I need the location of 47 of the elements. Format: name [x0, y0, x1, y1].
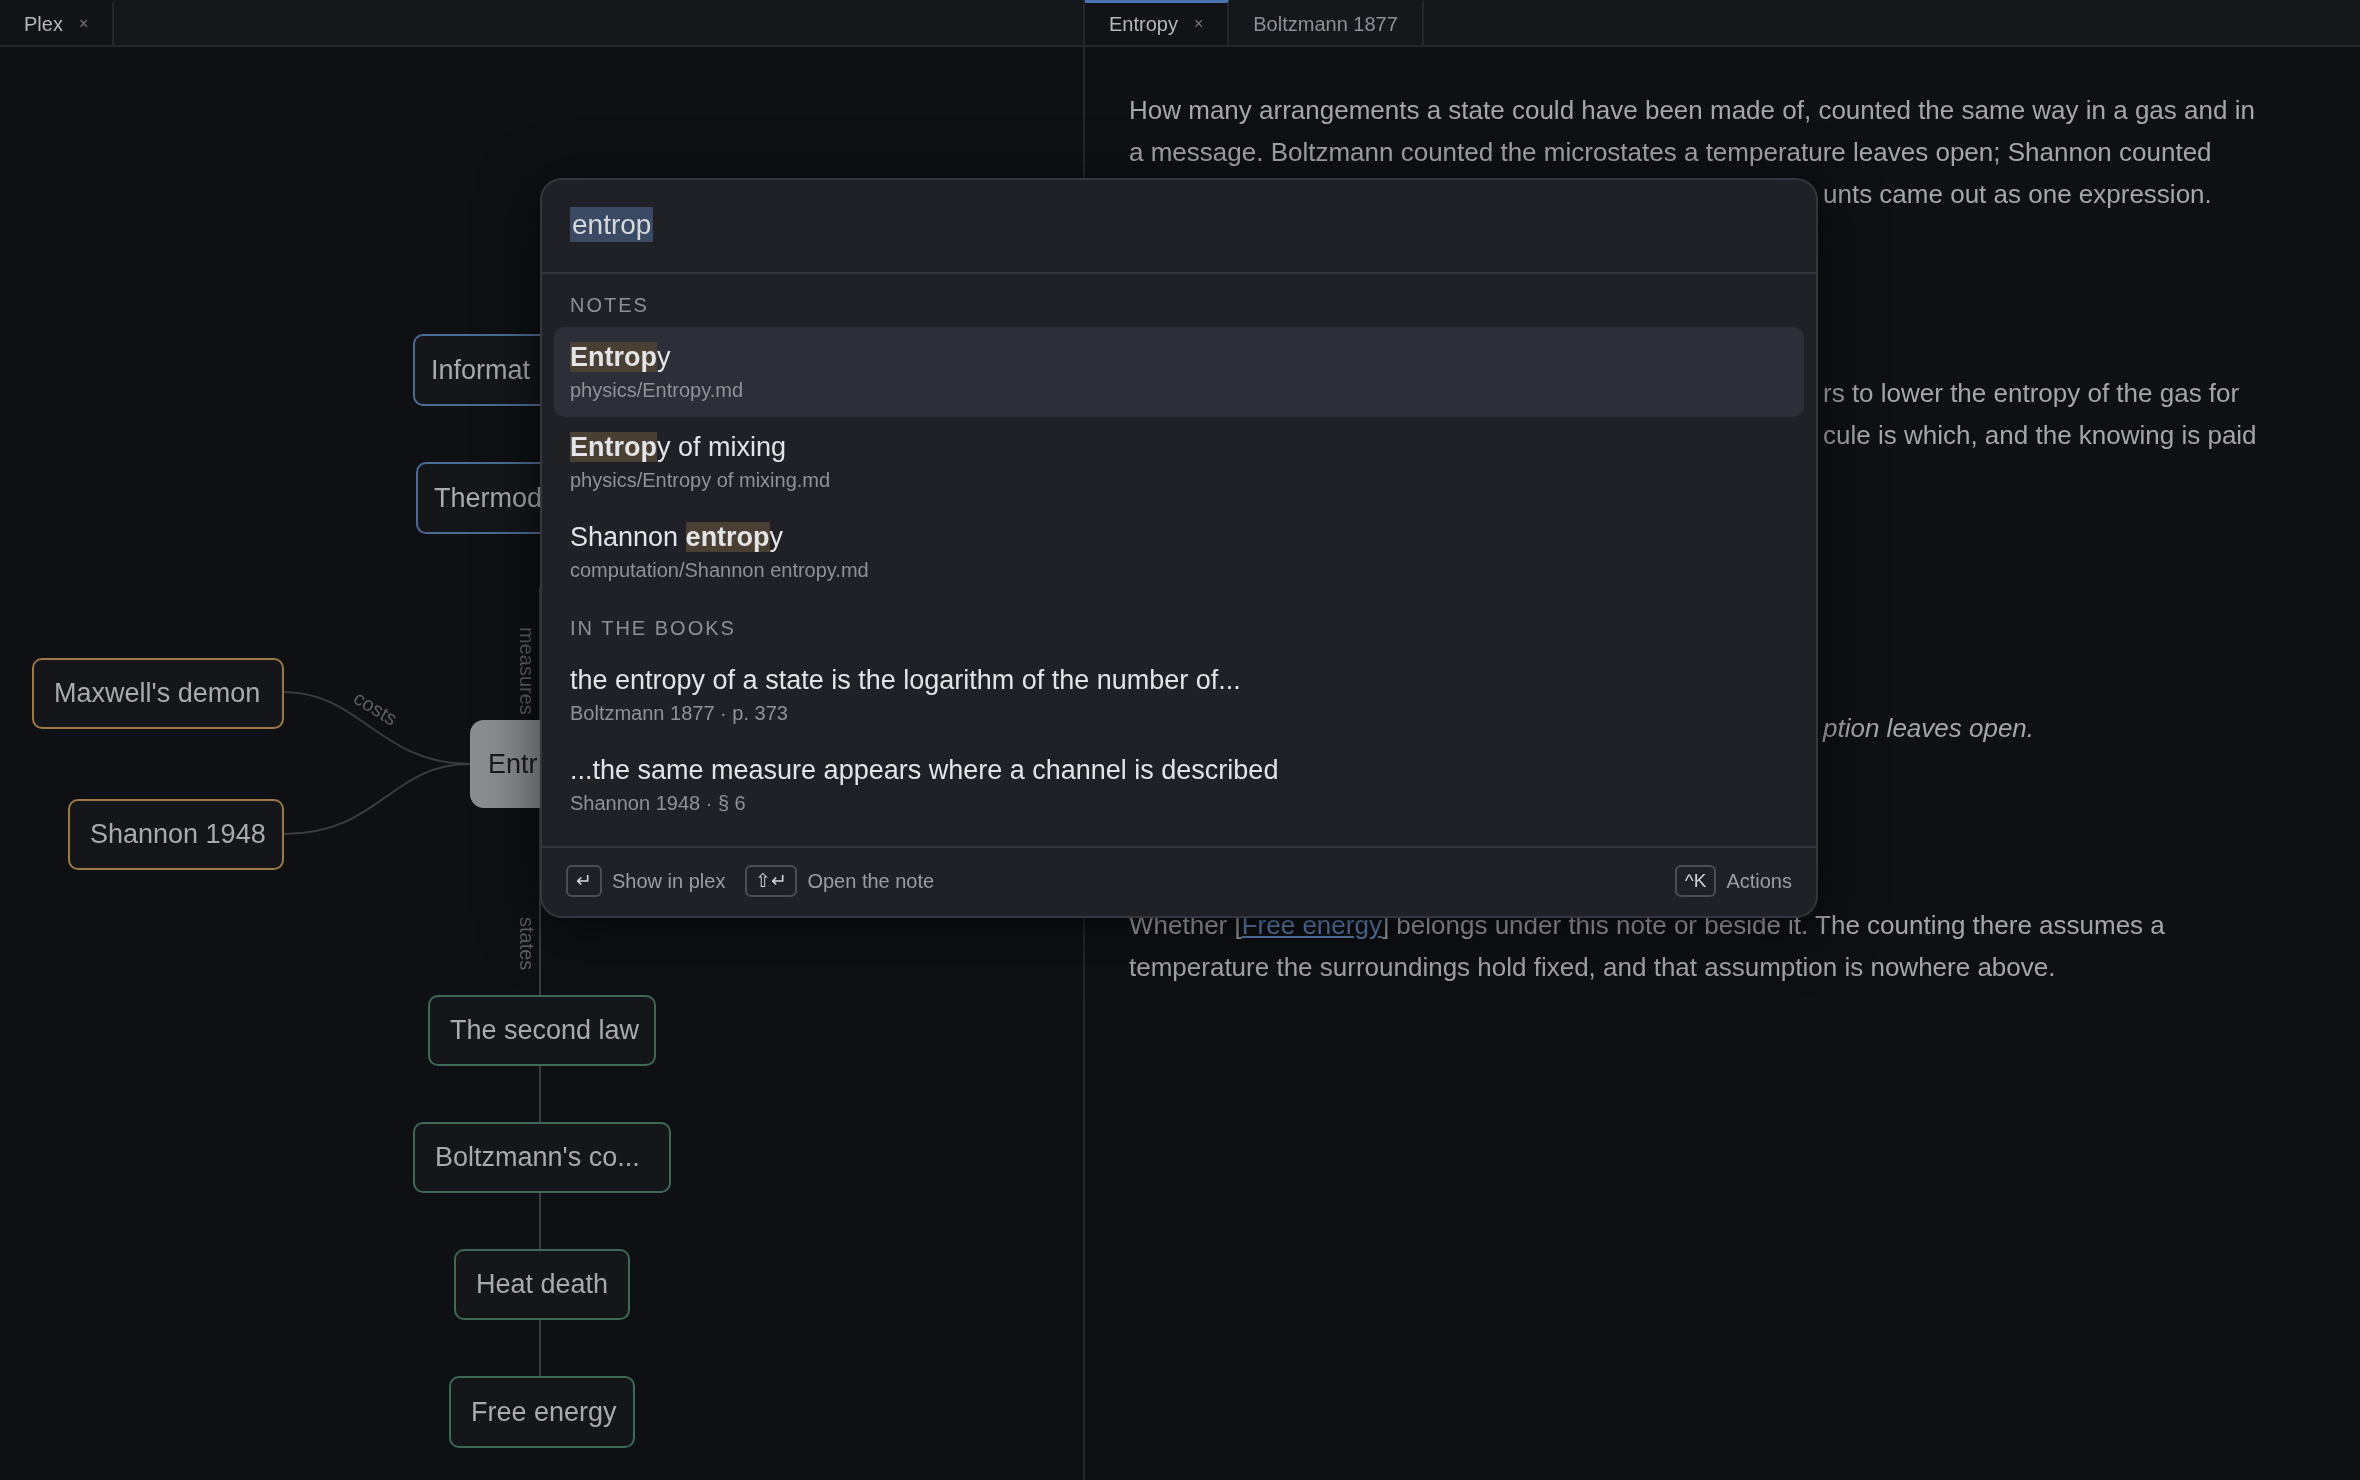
key-hint: ⇧↵ — [745, 865, 798, 897]
hint-label: Open the note — [807, 869, 935, 893]
result-title: Entropy — [570, 341, 672, 374]
section-heading: IN THE BOOKS — [569, 616, 737, 641]
key-hint: ↵ — [566, 865, 602, 897]
close-icon[interactable]: × — [1193, 15, 1204, 33]
hint-label: Show in plex — [612, 869, 726, 893]
result-path: Boltzmann 1877 · p. 373 — [570, 701, 789, 726]
result-path: physics/Entropy.md — [570, 378, 745, 403]
key-hint: ^K — [1674, 865, 1717, 897]
note-text: How many arrangements a state could have been made of, counted the same way in a gas and in — [1129, 94, 2256, 127]
graph-node[interactable]: Informat — [413, 334, 540, 406]
result-item[interactable]: ...the same measure appears where a channel is described Shannon 1948 · § 6 — [554, 740, 1804, 830]
graph-node[interactable]: Boltzmann's co... — [413, 1122, 671, 1193]
hint-label: Actions — [1726, 869, 1792, 893]
note-text: a message. Boltzmann counted the microstates a temperature leaves open; Shannon counted — [1129, 136, 2213, 169]
result-title: Entropy of mixing — [570, 431, 788, 464]
note-text: unts came out as one expression. — [1823, 178, 2212, 211]
graph-node[interactable]: The second law — [428, 995, 656, 1066]
close-icon[interactable]: × — [78, 15, 89, 33]
result-path: computation/Shannon entropy.md — [570, 558, 870, 583]
graph-node[interactable]: Thermod — [416, 462, 540, 534]
tab[interactable]: Boltzmann 1877 — [1229, 0, 1424, 45]
search-field[interactable]: entrop — [570, 207, 654, 242]
result-path: physics/Entropy of mixing.md — [570, 468, 832, 493]
graph-node[interactable]: Shannon 1948 — [68, 799, 284, 870]
result-item[interactable]: Shannon entropy computation/Shannon entropy.md — [554, 507, 1804, 597]
result-item[interactable]: Entropy of mixing physics/Entropy of mixing.md — [554, 417, 1804, 507]
tab[interactable]: Plex × — [0, 0, 115, 45]
result-item[interactable]: the entropy of a state is the logarithm of the number of... Boltzmann 1877 · p. 373 — [554, 650, 1804, 740]
note-text: ption leaves open. — [1823, 712, 2035, 745]
result-title: ...the same measure appears where a channel is described — [570, 754, 1280, 787]
section-heading: NOTES — [569, 293, 650, 318]
edge-label: states — [515, 917, 538, 971]
tab[interactable]: Entropy × — [1085, 0, 1230, 45]
result-item[interactable]: Entropy physics/Entropy.md — [554, 327, 1804, 417]
edge-label: costs — [349, 686, 402, 731]
result-title: the entropy of a state is the logarithm of the number of... — [570, 664, 1242, 697]
note-text: cule is which, and the knowing is paid — [1823, 419, 2257, 452]
edge-label: measures — [515, 627, 538, 715]
graph-node[interactable]: Maxwell's demon — [32, 658, 284, 729]
graph-node[interactable]: Free energy — [449, 1376, 635, 1448]
graph-node[interactable]: Heat death — [454, 1249, 630, 1320]
result-path: Shannon 1948 · § 6 — [570, 791, 747, 816]
result-title: Shannon entropy — [570, 521, 785, 554]
note-text: rs to lower the entropy of the gas for — [1823, 377, 2240, 410]
graph-node[interactable]: Entr — [470, 720, 540, 808]
